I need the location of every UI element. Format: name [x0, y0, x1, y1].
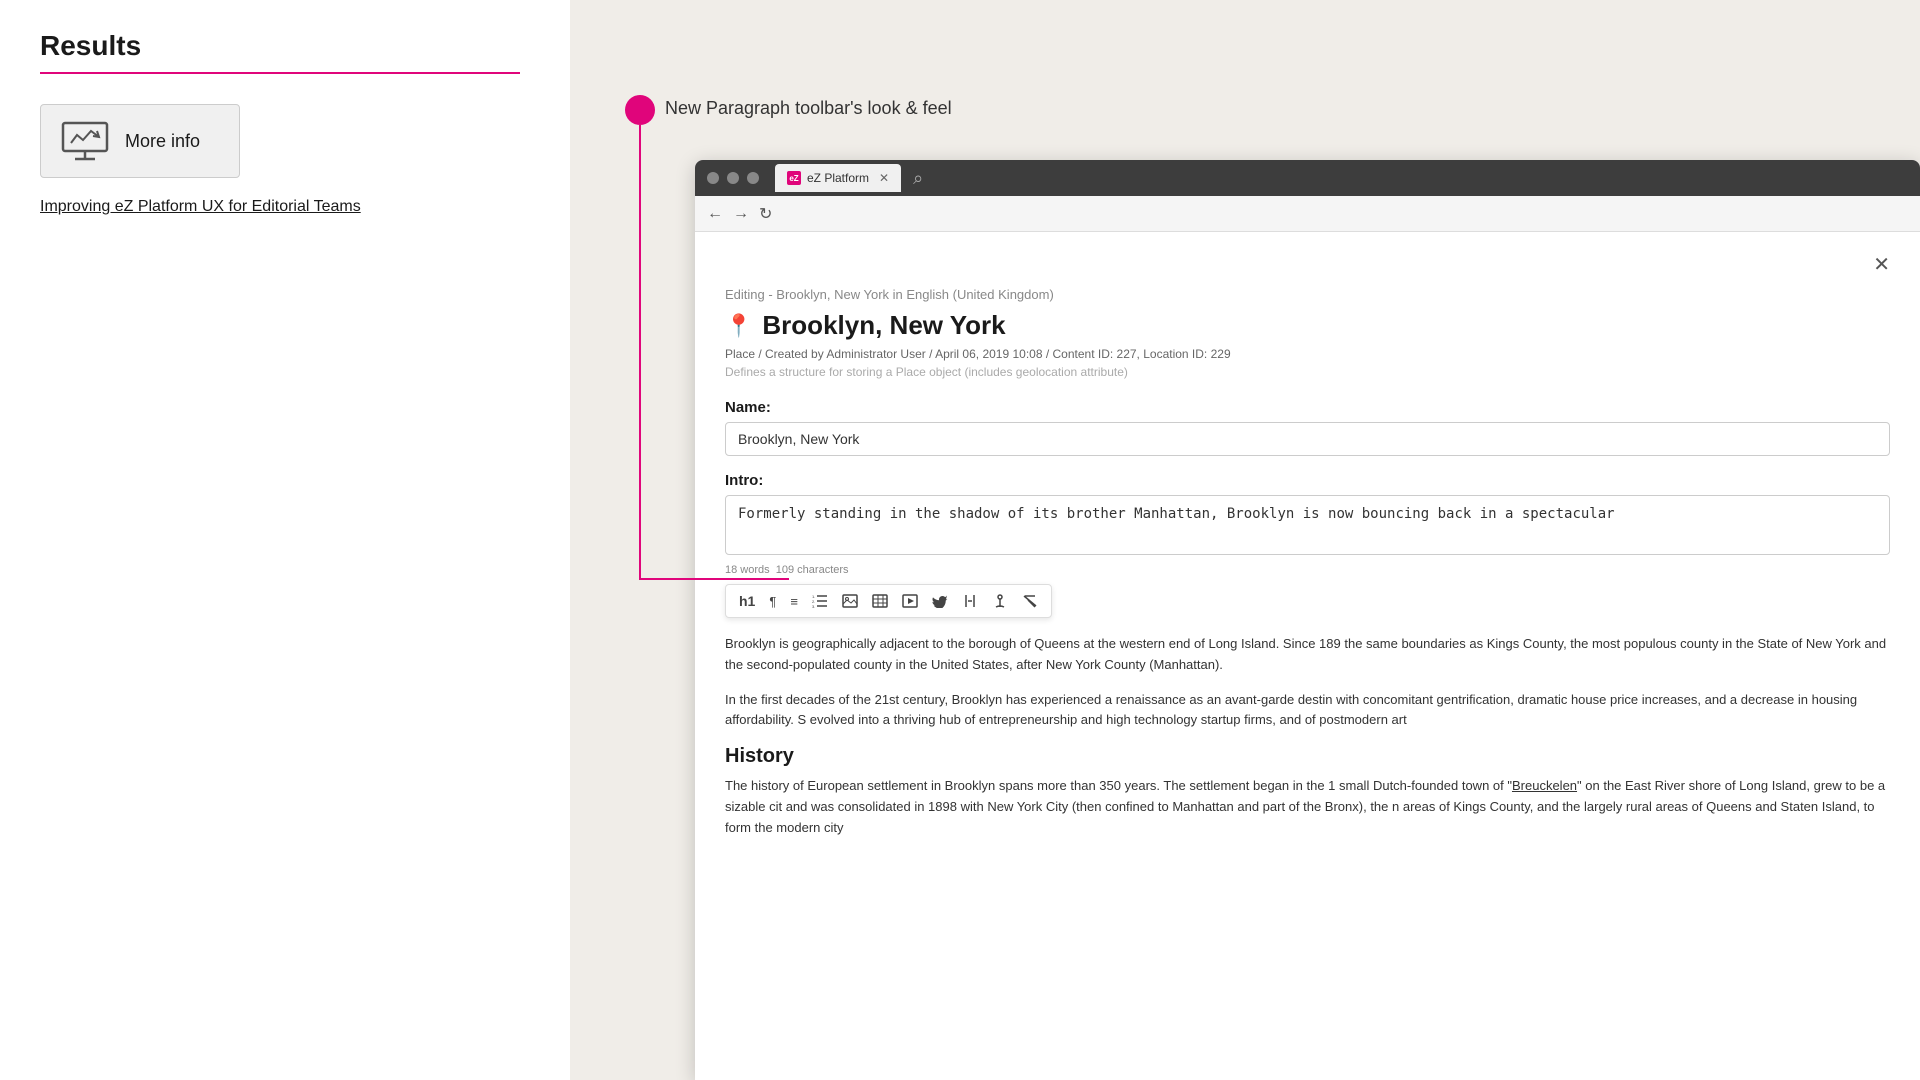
toolbar-image-btn[interactable] [839, 592, 861, 610]
browser-toolbar: ← → ↻ [695, 196, 1920, 232]
location-header: 📍 Brooklyn, New York [725, 310, 1890, 341]
results-title: Results [40, 30, 530, 62]
history-heading: History [725, 745, 1890, 768]
toolbar-h1-btn[interactable]: h1 [736, 591, 758, 611]
tab-favicon: eZ [787, 171, 801, 185]
toolbar-list-btn[interactable]: ≡ [787, 592, 801, 611]
timeline-label: New Paragraph toolbar's look & feel [665, 98, 952, 119]
left-panel: Results More info Improving eZ Platform … [0, 0, 570, 1080]
new-tab-btn[interactable]: ⌕ [913, 168, 923, 189]
location-title: Brooklyn, New York [762, 310, 1005, 341]
name-label: Name: [725, 399, 1890, 416]
toolbar-remove-format-btn[interactable] [1019, 592, 1041, 610]
timeline-line-vertical [639, 125, 641, 580]
toolbar-custom-tag-btn[interactable] [959, 592, 981, 610]
toolbar-embed-btn[interactable] [899, 592, 921, 610]
browser-tab[interactable]: eZ eZ Platform ✕ [775, 164, 901, 192]
monitor-icon [61, 121, 109, 161]
forward-btn[interactable]: → [733, 205, 749, 223]
right-panel: New Paragraph toolbar's look & feel eZ e… [570, 0, 1920, 1080]
result-link[interactable]: Improving eZ Platform UX for Editorial T… [40, 198, 361, 215]
browser-content[interactable]: ✕ Editing - Brooklyn, New York in Englis… [695, 232, 1920, 1080]
more-info-card[interactable]: More info [40, 104, 240, 178]
name-input[interactable] [725, 422, 1890, 456]
body-text-2: In the first decades of the 21st century… [725, 690, 1890, 732]
browser-dot-2 [727, 172, 739, 184]
history-text: The history of European settlement in Br… [725, 776, 1890, 838]
breuckelen-link[interactable]: Breuckelen [1512, 778, 1577, 793]
timeline-line-horizontal [639, 578, 789, 580]
close-button[interactable]: ✕ [1873, 252, 1890, 277]
browser-titlebar: eZ eZ Platform ✕ ⌕ [695, 160, 1920, 196]
meta-description: Defines a structure for storing a Place … [725, 365, 1890, 379]
ez-content-area: ✕ Editing - Brooklyn, New York in Englis… [695, 232, 1920, 873]
results-divider [40, 72, 520, 74]
browser-window: eZ eZ Platform ✕ ⌕ ← → ↻ ✕ Editing - Bro… [695, 160, 1920, 1080]
browser-dot-1 [707, 172, 719, 184]
editing-label: Editing - Brooklyn, New York in English … [725, 287, 1890, 302]
browser-dot-3 [747, 172, 759, 184]
intro-label: Intro: [725, 472, 1890, 489]
toolbar-table-btn[interactable] [869, 592, 891, 610]
meta-info: Place / Created by Administrator User / … [725, 347, 1890, 361]
body-text-1: Brooklyn is geographically adjacent to t… [725, 634, 1890, 676]
intro-textarea[interactable]: Formerly standing in the shadow of its b… [725, 495, 1890, 555]
more-info-label: More info [125, 131, 200, 152]
toolbar-anchor-btn[interactable] [989, 592, 1011, 610]
timeline-dot [625, 95, 655, 125]
refresh-btn[interactable]: ↻ [759, 204, 772, 224]
toolbar-paragraph-btn[interactable]: ¶ [766, 592, 779, 611]
paragraph-toolbar: h1 ¶ ≡ 1.2.3. [725, 584, 1052, 618]
back-btn[interactable]: ← [707, 205, 723, 223]
svg-text:3.: 3. [812, 604, 815, 608]
tab-label: eZ Platform [807, 171, 869, 185]
word-count: 18 words 109 characters [725, 564, 1890, 576]
location-pin-icon: 📍 [725, 313, 752, 339]
tab-close-btn[interactable]: ✕ [879, 171, 889, 185]
toolbar-ordered-list-btn[interactable]: 1.2.3. [809, 592, 831, 610]
toolbar-twitter-btn[interactable] [929, 592, 951, 610]
